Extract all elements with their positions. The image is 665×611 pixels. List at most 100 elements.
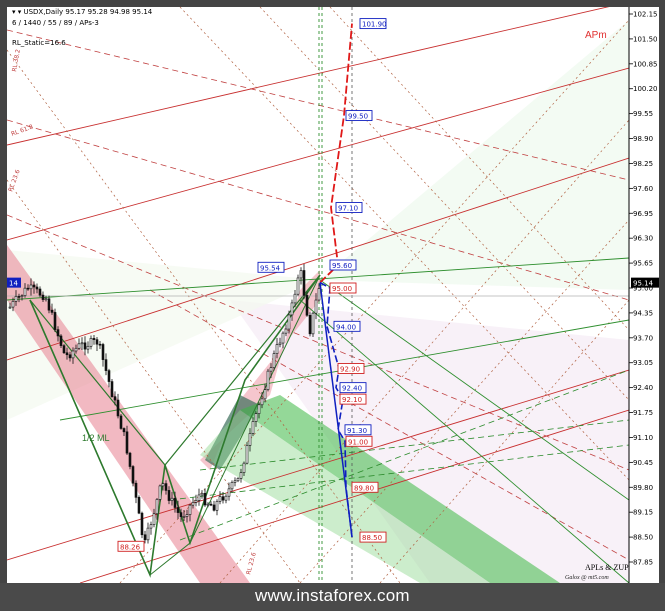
candle-body <box>284 328 288 334</box>
candle-body <box>179 512 183 517</box>
candle-body <box>74 347 78 352</box>
candle-body <box>302 270 306 296</box>
apls-label: APLs & ZUP <box>585 563 629 572</box>
y-tick-label: 96.95 <box>633 210 653 218</box>
candle-body <box>218 496 222 502</box>
y-tick-label: 88.50 <box>633 534 653 542</box>
candle-body <box>56 329 60 337</box>
y-tick-label: 96.30 <box>633 235 653 243</box>
price-chart[interactable]: RL 38.2 RL 61.8 RL 23.6 RL 23.6 101.9099… <box>0 0 665 611</box>
y-tick-label: 99.55 <box>633 110 653 118</box>
candle-body <box>11 301 15 308</box>
candle-body <box>257 404 261 414</box>
candle-body <box>86 345 90 350</box>
candle-body <box>116 399 120 417</box>
candle-body <box>317 288 321 301</box>
candle-body <box>233 480 237 483</box>
y-tick-label: 95.65 <box>633 260 653 268</box>
median-line-label: 1/2 ML <box>82 433 110 443</box>
current-price-text: 95.14 <box>633 280 654 288</box>
y-tick-label: 92.40 <box>633 384 653 392</box>
candle-body <box>35 286 39 290</box>
y-tick-label: 93.70 <box>633 334 653 342</box>
candle-body <box>293 293 297 304</box>
left-price-tag: 14 <box>7 277 21 288</box>
candle-body <box>311 312 315 335</box>
candle-body <box>272 353 276 368</box>
candle-body <box>230 482 234 490</box>
y-tick-label: 102.15 <box>633 11 658 19</box>
candle-body <box>158 485 162 500</box>
chart-frame: RL 38.2 RL 61.8 RL 23.6 RL 23.6 101.90 99… <box>0 0 665 611</box>
candle-body <box>197 494 201 501</box>
candle-body <box>77 343 81 349</box>
candle-body <box>212 504 216 511</box>
watermark-text[interactable]: www.instaforex.com <box>255 586 410 606</box>
price-label-text: 91.00 <box>348 438 368 446</box>
candle-body <box>167 490 171 501</box>
price-label-text: 95.60 <box>332 262 352 270</box>
candle-body <box>131 466 135 484</box>
candle-body <box>206 503 210 506</box>
symbol-line: ▾ ▾ USDX,Daily 95.17 95.28 94.98 95.14 <box>12 8 153 16</box>
candle-body <box>164 483 168 491</box>
apm-label: APm <box>585 30 607 41</box>
candle-body <box>149 524 153 529</box>
candle-body <box>122 428 126 433</box>
y-tick-label: 89.15 <box>633 509 653 517</box>
candle-body <box>188 504 192 515</box>
candle-body <box>95 339 99 345</box>
rl-static-line: RL_Static=16.6 <box>12 39 66 47</box>
candle-body <box>80 342 84 345</box>
y-tick-label: 87.85 <box>633 559 653 567</box>
candle-body <box>209 503 213 506</box>
y-tick-label: 94.35 <box>633 309 653 317</box>
candle-body <box>155 499 159 515</box>
candle-body <box>8 306 12 309</box>
candle-body <box>224 495 228 501</box>
price-label-text: 88.50 <box>362 534 382 542</box>
candle-body <box>245 445 249 464</box>
candle-body <box>20 295 24 297</box>
y-tick-label: 101.50 <box>633 35 658 43</box>
candle-body <box>236 478 240 482</box>
candle-body <box>308 314 312 335</box>
y-tick-label: 97.60 <box>633 185 653 193</box>
candle-body <box>152 513 156 525</box>
candle-body <box>170 497 174 501</box>
price-label-text: 94.00 <box>336 323 356 331</box>
price-label-text: 95.54 <box>260 264 281 272</box>
candle-body <box>125 431 129 454</box>
candle-body <box>101 344 105 360</box>
y-tick-label: 98.25 <box>633 160 653 168</box>
candle-body <box>143 534 147 541</box>
candle-body <box>266 370 270 390</box>
candle-body <box>290 302 294 316</box>
candle-body <box>62 345 66 354</box>
candle-body <box>53 312 57 330</box>
candle-body <box>305 295 309 316</box>
candle-body <box>41 294 45 300</box>
current-price-tag: 95.14 <box>631 277 659 288</box>
candle-body <box>275 344 279 354</box>
y-tick-label: 91.75 <box>633 409 653 417</box>
candle-body <box>299 270 303 279</box>
candle-body <box>89 338 93 347</box>
candle-body <box>32 284 36 288</box>
candle-body <box>14 296 18 302</box>
y-tick-label: 98.90 <box>633 135 653 143</box>
candle-body <box>107 370 111 382</box>
candle-body <box>215 501 219 511</box>
candle-body <box>134 482 138 498</box>
candle-body <box>176 507 180 513</box>
candle-body <box>242 462 246 473</box>
candle-body <box>182 516 186 518</box>
price-label-text: 95.00 <box>332 285 352 293</box>
candle-body <box>281 332 285 344</box>
candle-body <box>263 389 267 400</box>
y-tick-label: 100.20 <box>633 85 658 93</box>
candle-body <box>191 502 195 506</box>
candle-body <box>44 298 48 301</box>
candle-body <box>104 359 108 371</box>
candle-body <box>71 350 75 359</box>
